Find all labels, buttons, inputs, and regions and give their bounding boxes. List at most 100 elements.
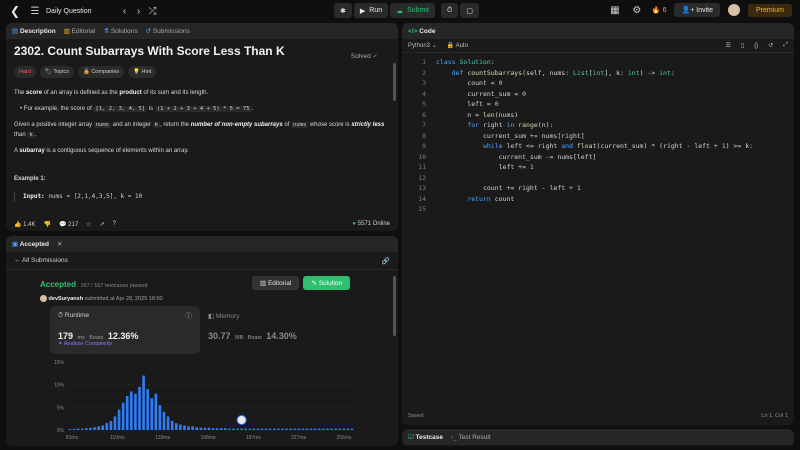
histogram-bar[interactable]: [236, 428, 239, 430]
histogram-bar[interactable]: [117, 409, 121, 430]
streak-counter[interactable]: 🔥 6: [652, 6, 667, 14]
histogram-bar[interactable]: [338, 428, 342, 430]
histogram-bar[interactable]: [174, 423, 178, 430]
code-editor[interactable]: 1 class Solution: 2 def countSubarrays(se…: [402, 58, 794, 398]
braces-icon[interactable]: {}: [754, 43, 758, 49]
histogram-bar[interactable]: [228, 428, 231, 430]
auto-toggle[interactable]: 🔒 Auto: [447, 42, 468, 49]
histogram-bar[interactable]: [191, 426, 194, 430]
tab-testcase[interactable]: ☑ Testcase: [408, 433, 443, 441]
memory-card[interactable]: ◧ Memory 30.77 MB Beats 14.30%: [208, 312, 297, 344]
reset-icon[interactable]: ↺: [768, 42, 773, 49]
histogram-bar[interactable]: [313, 428, 317, 430]
link-icon[interactable]: 🔗: [382, 257, 390, 265]
histogram-bar[interactable]: [252, 428, 256, 430]
histogram-bar[interactable]: [264, 428, 268, 430]
topics-chip[interactable]: 🏷 Topics: [39, 66, 74, 78]
histogram-bar[interactable]: [146, 389, 149, 430]
tab-editorial[interactable]: ▥ Editorial: [64, 27, 95, 35]
histogram-bar[interactable]: [179, 424, 182, 430]
histogram-bar[interactable]: [187, 426, 190, 430]
histogram-bar[interactable]: [211, 428, 215, 430]
histogram-bar[interactable]: [273, 428, 276, 430]
layout-icon[interactable]: ▦: [608, 3, 622, 17]
comments-button[interactable]: 💬 217: [59, 221, 78, 228]
runtime-distribution-chart[interactable]: 15% 10% 5% 0%81ms 110ms 139ms 168ms 197ms 227ms 2…: [40, 356, 360, 444]
shuffle-icon[interactable]: ⤮: [146, 4, 160, 18]
histogram-bar[interactable]: [293, 428, 297, 430]
histogram-bar[interactable]: [121, 402, 125, 430]
histogram-bar[interactable]: [297, 428, 301, 430]
histogram-bar[interactable]: [93, 427, 96, 430]
histogram-bar[interactable]: [166, 416, 170, 430]
histogram-bar[interactable]: [342, 428, 346, 430]
histogram-bar[interactable]: [215, 428, 219, 430]
histogram-bar[interactable]: [150, 398, 154, 430]
histogram-bar[interactable]: [301, 428, 305, 430]
histogram-bar[interactable]: [142, 375, 145, 430]
histogram-bar[interactable]: [154, 393, 158, 430]
histogram-bar[interactable]: [158, 405, 162, 430]
runtime-card[interactable]: ⏱ Runtime ⓘ 179 ms Beats 12.36% ✦ Analyz…: [50, 306, 200, 354]
histogram-bar[interactable]: [130, 391, 133, 430]
histogram-bar[interactable]: [277, 428, 280, 430]
description-scrollbar[interactable]: [393, 63, 396, 101]
help-icon[interactable]: ?: [113, 221, 116, 227]
histogram-bar[interactable]: [346, 428, 350, 430]
histogram-bar[interactable]: [68, 429, 72, 430]
histogram-bar[interactable]: [101, 425, 105, 430]
histogram-bar[interactable]: [223, 428, 227, 430]
tab-solutions[interactable]: ⚗ Solutions: [103, 27, 137, 35]
premium-button[interactable]: Premium: [747, 3, 792, 17]
histogram-bar[interactable]: [326, 428, 329, 430]
histogram-bar[interactable]: [199, 427, 203, 430]
solution-button[interactable]: ✎ Solution: [303, 276, 351, 290]
histogram-bar[interactable]: [85, 428, 88, 430]
histogram-bar[interactable]: [89, 427, 92, 430]
avatar[interactable]: [727, 4, 740, 16]
problem-title[interactable]: 2302. Count Subarrays With Score Less Th…: [14, 45, 390, 57]
histogram-bar[interactable]: [330, 428, 333, 430]
histogram-bar[interactable]: [232, 428, 235, 430]
dislike-icon[interactable]: 👎: [44, 221, 51, 228]
leetcode-logo-icon[interactable]: ❮: [10, 4, 22, 18]
share-icon[interactable]: ↗: [100, 221, 105, 228]
companies-chip[interactable]: 🔒 Companies: [77, 66, 125, 78]
code-tab[interactable]: </> Code: [408, 28, 435, 35]
histogram-bar[interactable]: [322, 428, 325, 430]
histogram-bar[interactable]: [219, 428, 223, 430]
histogram-bar[interactable]: [281, 428, 284, 430]
histogram-bar[interactable]: [162, 411, 166, 430]
histogram-bar[interactable]: [317, 428, 321, 430]
histogram-bar[interactable]: [207, 427, 211, 430]
notes-icon[interactable]: ☰: [725, 42, 730, 49]
histogram-bar[interactable]: [97, 426, 100, 430]
submit-button[interactable]: ☁ Submit: [390, 3, 435, 18]
next-problem-icon[interactable]: ›: [132, 4, 146, 18]
histogram-bar[interactable]: [240, 428, 243, 430]
daily-question-title[interactable]: Daily Question: [46, 8, 92, 15]
notes-button[interactable]: ▢: [460, 3, 479, 18]
histogram-bar[interactable]: [203, 427, 207, 430]
user-marker-avatar[interactable]: [236, 415, 247, 425]
run-button[interactable]: ▶ Run: [353, 3, 389, 18]
info-icon[interactable]: ⓘ: [185, 311, 192, 321]
histogram-bar[interactable]: [334, 428, 337, 430]
like-button[interactable]: 👍 1.4K: [14, 221, 36, 228]
prev-problem-icon[interactable]: ‹: [118, 4, 132, 18]
histogram-bar[interactable]: [350, 428, 354, 430]
histogram-bar[interactable]: [244, 428, 248, 430]
histogram-bar[interactable]: [309, 428, 313, 430]
bookmark-icon[interactable]: ▯: [741, 42, 744, 49]
editorial-button[interactable]: ▥ Editorial: [252, 276, 300, 290]
histogram-bar[interactable]: [260, 428, 264, 430]
histogram-bar[interactable]: [248, 428, 252, 430]
tab-test-result[interactable]: ›_ Test Result: [451, 434, 491, 441]
histogram-bar[interactable]: [125, 396, 129, 430]
debug-button[interactable]: ✱: [334, 3, 352, 18]
histogram-bar[interactable]: [305, 428, 309, 430]
author-name[interactable]: devSuryansh: [49, 296, 84, 302]
timer-button[interactable]: ⏱: [440, 3, 459, 18]
histogram-bar[interactable]: [268, 428, 272, 430]
tab-accepted[interactable]: ▣ Accepted: [12, 240, 49, 248]
